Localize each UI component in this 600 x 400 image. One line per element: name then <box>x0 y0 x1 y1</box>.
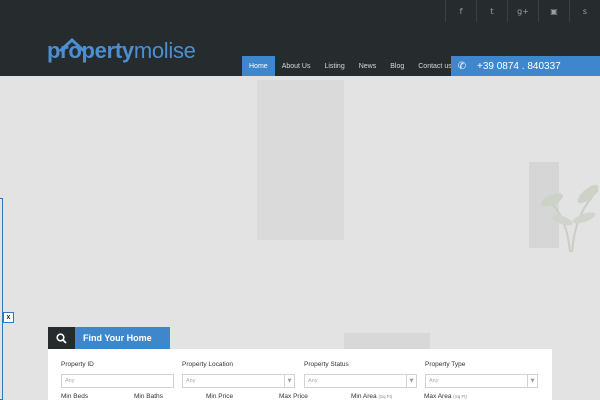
site-logo[interactable]: property molise <box>47 38 196 64</box>
search-title: Find Your Home <box>75 327 170 349</box>
phone-icon: ✆ <box>457 60 467 72</box>
side-tab-frame <box>0 198 3 400</box>
property-location-field: Property Location Any ▼ <box>182 361 295 388</box>
phone-banner[interactable]: ✆ +39 0874 . 840337 <box>451 56 600 76</box>
property-status-value: Any <box>308 378 318 384</box>
min-baths-text: Min Baths <box>134 393 163 400</box>
phone-number: +39 0874 . 840337 <box>477 60 561 72</box>
property-type-value: Any <box>429 378 439 384</box>
property-location-select[interactable]: Any ▼ <box>182 374 295 388</box>
min-price-label: Min Price <box>206 393 233 400</box>
property-id-input[interactable]: Any <box>61 374 174 388</box>
property-status-select[interactable]: Any ▼ <box>304 374 417 388</box>
nav-item-listing[interactable]: Listing <box>317 56 351 76</box>
nav-item-home[interactable]: Home <box>242 56 275 76</box>
social-links: f t g+ ▣ s <box>445 0 600 22</box>
max-price-label: Max Price <box>279 393 308 400</box>
site-header: f t g+ ▣ s property molise Home About Us… <box>0 0 600 76</box>
max-price-text: Max Price <box>279 393 308 400</box>
property-location-label: Property Location <box>182 361 233 368</box>
close-button[interactable]: x <box>3 312 14 323</box>
logo-text-molise: molise <box>133 38 196 63</box>
google-plus-icon[interactable]: g+ <box>507 0 538 22</box>
facebook-icon[interactable]: f <box>445 0 476 22</box>
nav-item-blog[interactable]: Blog <box>383 56 411 76</box>
chevron-down-icon: ▼ <box>284 375 294 387</box>
property-id-label: Property ID <box>61 361 94 368</box>
property-status-label: Property Status <box>304 361 349 368</box>
property-id-field: Property ID Any <box>61 361 174 388</box>
max-area-text: Max Area <box>424 393 452 400</box>
youtube-icon[interactable]: ▣ <box>538 0 569 22</box>
search-tab[interactable]: Find Your Home <box>48 327 170 349</box>
min-baths-label: Min Baths <box>134 393 163 400</box>
search-icon <box>48 327 75 349</box>
min-beds-label: Min Beds <box>61 393 88 400</box>
chevron-down-icon: ▼ <box>527 375 537 387</box>
max-area-unit: (Sq Ft) <box>453 394 468 399</box>
min-price-text: Min Price <box>206 393 234 400</box>
nav-item-news[interactable]: News <box>352 56 384 76</box>
min-area-label: Min Area (Sq Ft) <box>351 393 392 400</box>
max-area-label: Max Area (Sq Ft) <box>424 393 467 400</box>
property-type-field: Property Type Any ▼ <box>425 361 538 388</box>
min-area-unit: (Sq Ft) <box>378 394 393 399</box>
hero-background-shape <box>257 80 344 240</box>
skype-icon[interactable]: s <box>569 0 600 22</box>
twitter-icon[interactable]: t <box>476 0 507 22</box>
property-type-label: Property Type <box>425 361 466 368</box>
logo-text-property: property <box>47 38 134 63</box>
min-beds-text: Min Beds <box>61 393 89 400</box>
property-location-value: Any <box>186 378 196 384</box>
plant-image <box>540 184 599 252</box>
chevron-down-icon: ▼ <box>406 375 416 387</box>
main-nav: Home About Us Listing News Blog Contact … <box>242 56 459 76</box>
property-status-field: Property Status Any ▼ <box>304 361 417 388</box>
property-type-select[interactable]: Any ▼ <box>425 374 538 388</box>
min-area-text: Min Area <box>351 393 377 400</box>
nav-item-about-us[interactable]: About Us <box>275 56 318 76</box>
